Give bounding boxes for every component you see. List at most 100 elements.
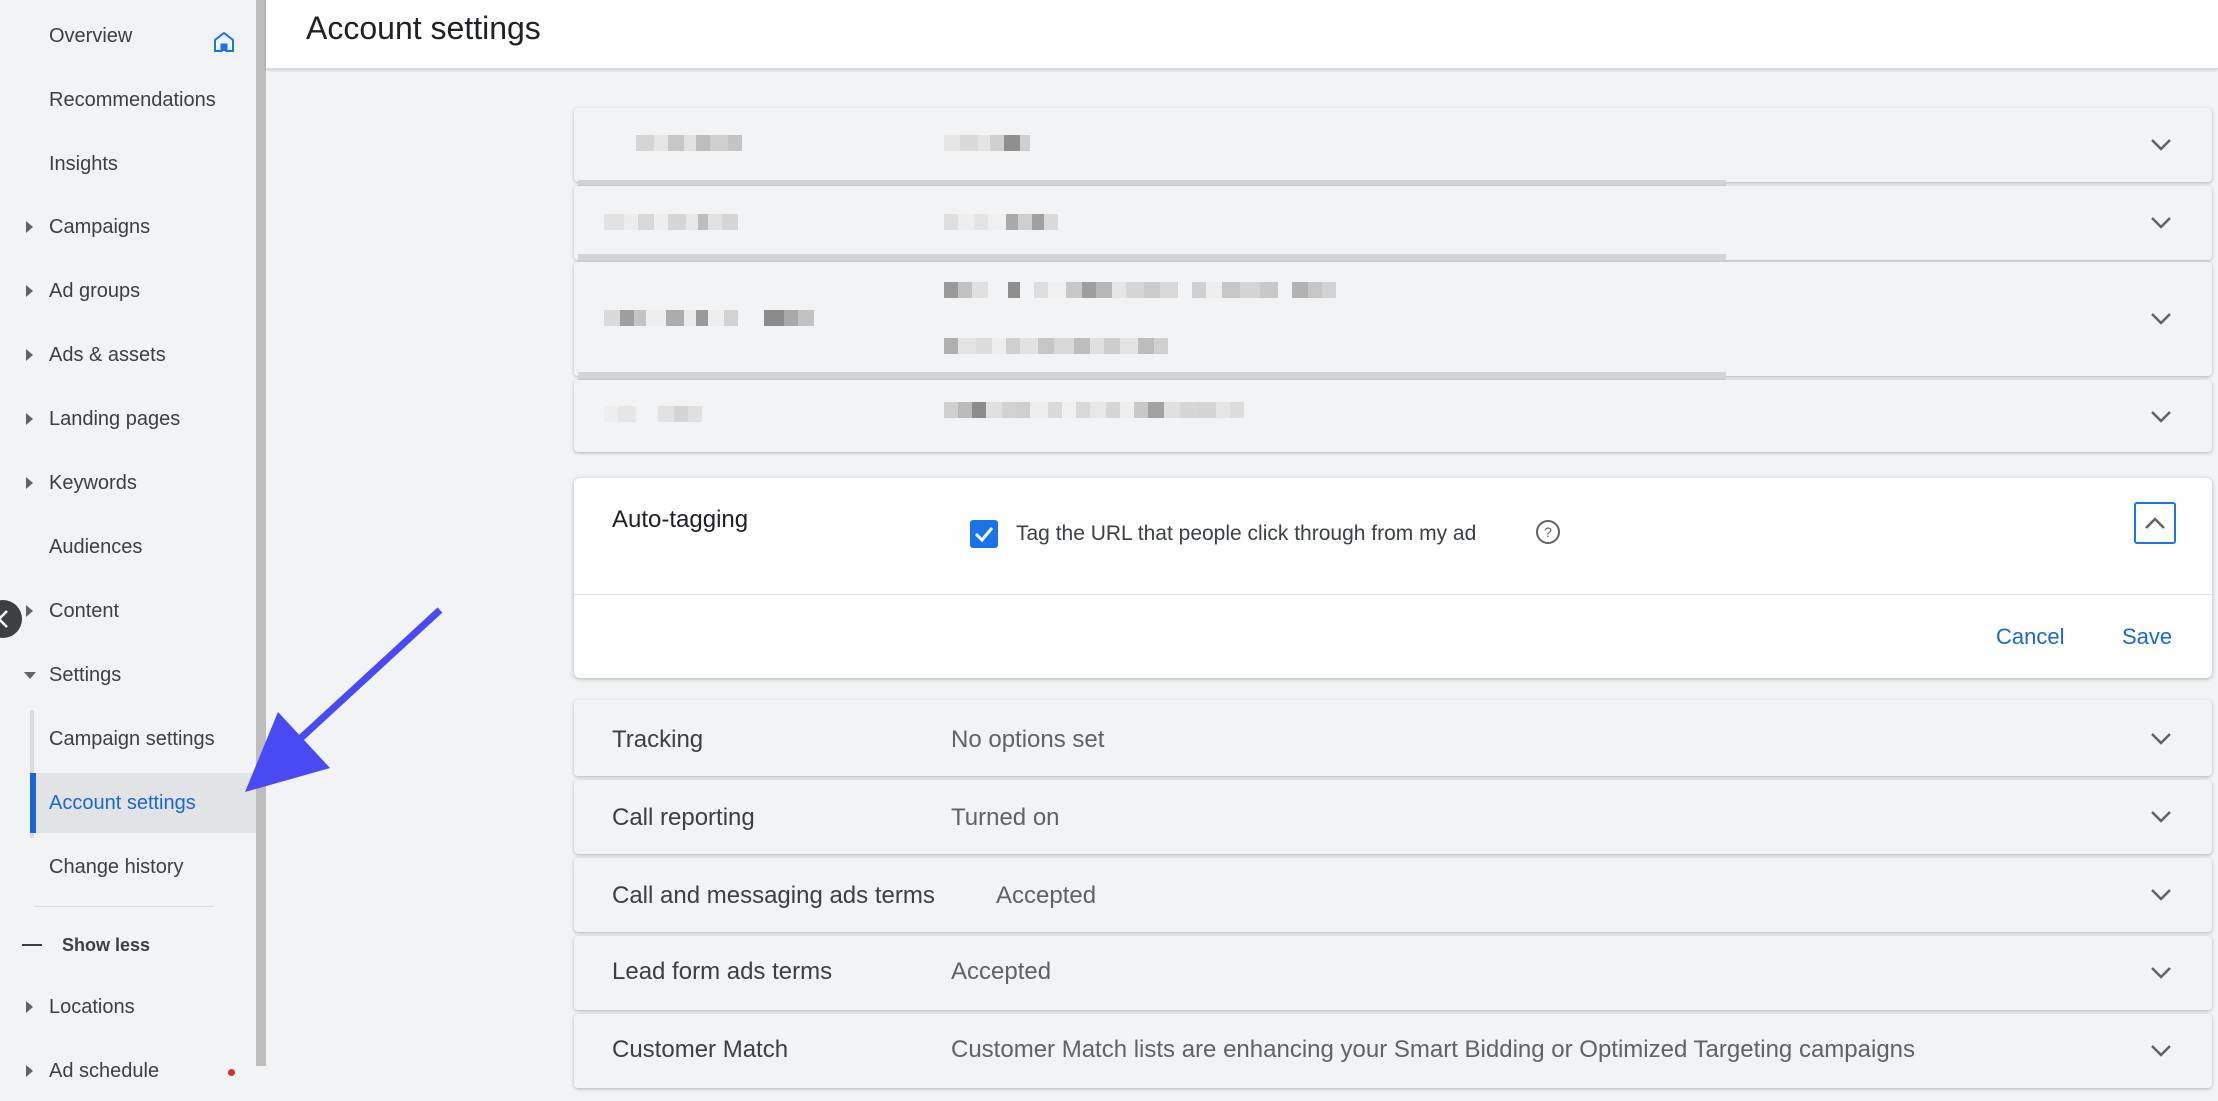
caret-right-icon bbox=[26, 605, 33, 617]
sidebar-item-account-settings[interactable]: Account settings bbox=[30, 773, 256, 833]
setting-row-tracking[interactable]: Tracking No options set bbox=[574, 700, 2212, 776]
chevron-down-icon[interactable] bbox=[2150, 732, 2172, 746]
sidebar-scrollbar[interactable] bbox=[256, 0, 266, 1066]
sidebar-item-insights[interactable]: Insights bbox=[0, 134, 256, 194]
sidebar-item-recommendations[interactable]: Recommendations bbox=[0, 70, 256, 130]
sidebar-item-label: Campaigns bbox=[49, 215, 151, 238]
sidebar-item-label: Change history bbox=[49, 855, 184, 878]
sidebar-item-keywords[interactable]: Keywords bbox=[0, 453, 256, 513]
sidebar-divider bbox=[34, 906, 214, 907]
setting-row-customer-match[interactable]: Customer Match Customer Match lists are … bbox=[574, 1014, 2212, 1088]
sidebar-item-label: Ad groups bbox=[49, 279, 141, 302]
redacted-label bbox=[604, 214, 738, 230]
setting-value: Turned on bbox=[951, 804, 1060, 831]
active-indicator bbox=[30, 773, 36, 833]
chevron-down-icon[interactable] bbox=[2150, 810, 2172, 824]
show-less-label: Show less bbox=[62, 934, 151, 955]
sidebar-item-landing-pages[interactable]: Landing pages bbox=[0, 389, 256, 449]
help-icon[interactable]: ? bbox=[1536, 520, 1560, 544]
page-header: Account settings bbox=[266, 0, 2218, 69]
cancel-button[interactable]: Cancel bbox=[1996, 624, 2064, 650]
caret-right-icon bbox=[26, 477, 33, 489]
sidebar-item-content[interactable]: Content bbox=[0, 581, 256, 641]
setting-value: No options set bbox=[951, 726, 1105, 753]
sidebar-item-change-history[interactable]: Change history bbox=[0, 837, 256, 897]
page-title: Account settings bbox=[306, 10, 541, 46]
sidebar-item-locations[interactable]: Locations bbox=[0, 977, 256, 1037]
save-button[interactable]: Save bbox=[2122, 624, 2172, 650]
setting-row-lead-form-terms[interactable]: Lead form ads terms Accepted bbox=[574, 936, 2212, 1010]
chevron-left-icon bbox=[0, 610, 8, 628]
auto-tagging-checkbox-label: Tag the URL that people click through fr… bbox=[1016, 522, 1477, 545]
setting-row-call-reporting[interactable]: Call reporting Turned on bbox=[574, 780, 2212, 854]
sidebar-item-label: Keywords bbox=[49, 471, 137, 494]
sidebar-item-label: Campaign settings bbox=[49, 727, 215, 750]
sidebar-item-overview[interactable]: Overview bbox=[0, 6, 256, 66]
setting-value: Accepted bbox=[996, 882, 1097, 909]
setting-label: Tracking bbox=[612, 726, 704, 753]
redacted-label bbox=[604, 406, 702, 422]
sidebar-item-ads-assets[interactable]: Ads & assets bbox=[0, 325, 256, 385]
setting-label: Customer Match bbox=[612, 1036, 789, 1063]
show-less-button[interactable]: Show less bbox=[22, 930, 150, 960]
check-icon bbox=[974, 527, 994, 543]
sidebar-item-audiences[interactable]: Audiences bbox=[0, 517, 256, 577]
caret-down-icon bbox=[24, 671, 36, 679]
sidebar-item-ad-groups[interactable]: Ad groups bbox=[0, 261, 256, 321]
sidebar-item-campaign-settings[interactable]: Campaign settings bbox=[0, 709, 256, 769]
chevron-down-icon[interactable] bbox=[2150, 410, 2172, 424]
auto-tagging-label: Auto-tagging bbox=[612, 506, 749, 533]
setting-label: Call reporting bbox=[612, 804, 755, 831]
setting-value: Customer Match lists are enhancing your … bbox=[951, 1036, 1916, 1063]
redacted-value bbox=[944, 338, 1624, 354]
sidebar-item-label: Ad schedule bbox=[49, 1059, 160, 1082]
sidebar-item-label: Account settings bbox=[49, 791, 196, 814]
sidebar-item-label: Ads & assets bbox=[49, 343, 166, 366]
sidebar-item-label: Audiences bbox=[49, 535, 143, 558]
setting-label: Lead form ads terms bbox=[612, 958, 833, 985]
chevron-up-icon bbox=[2145, 517, 2165, 529]
redacted-label bbox=[636, 135, 742, 151]
chevron-down-icon[interactable] bbox=[2150, 888, 2172, 902]
sidebar-item-ad-schedule[interactable]: Ad schedule bbox=[0, 1041, 256, 1101]
caret-right-icon bbox=[26, 1065, 33, 1077]
redacted-setting-row-2[interactable] bbox=[574, 186, 2212, 260]
redacted-value bbox=[944, 402, 1244, 418]
auto-tagging-checkbox[interactable] bbox=[970, 520, 998, 548]
sidebar-item-label: Content bbox=[49, 599, 120, 622]
sidebar-item-label: Recommendations bbox=[49, 88, 216, 111]
sidebar-item-label: Insights bbox=[49, 152, 118, 175]
collapse-button[interactable] bbox=[2134, 502, 2176, 544]
setting-row-call-messaging-terms[interactable]: Call and messaging ads terms Accepted bbox=[574, 858, 2212, 932]
chevron-down-icon[interactable] bbox=[2150, 312, 2172, 326]
annotation-arrow-icon bbox=[245, 607, 443, 792]
sidebar-item-label: Landing pages bbox=[49, 407, 181, 430]
home-icon bbox=[214, 31, 234, 52]
setting-label: Call and messaging ads terms bbox=[612, 882, 935, 909]
sidebar-nav: Overview Recommendations Insights Campai… bbox=[0, 0, 256, 1098]
caret-right-icon bbox=[26, 413, 33, 425]
redacted-setting-row-4[interactable] bbox=[574, 380, 2212, 452]
sidebar-item-label: Locations bbox=[49, 995, 135, 1018]
redacted-setting-row-3[interactable] bbox=[574, 262, 2212, 376]
redacted-setting-row-1[interactable] bbox=[574, 108, 2212, 182]
auto-tagging-card: Auto-tagging Tag the URL that people cli… bbox=[574, 478, 2212, 678]
caret-right-icon bbox=[26, 1001, 33, 1013]
redacted-value bbox=[944, 282, 1624, 298]
caret-right-icon bbox=[26, 221, 33, 233]
card-divider bbox=[574, 594, 2212, 595]
alert-dot bbox=[228, 1069, 235, 1076]
chevron-down-icon[interactable] bbox=[2150, 1044, 2172, 1058]
redacted-label bbox=[604, 310, 814, 326]
chevron-down-icon[interactable] bbox=[2150, 966, 2172, 980]
sidebar-item-campaigns[interactable]: Campaigns bbox=[0, 197, 256, 257]
redacted-value bbox=[944, 214, 1058, 230]
chevron-down-icon[interactable] bbox=[2150, 216, 2172, 230]
redacted-value bbox=[944, 135, 1030, 151]
sidebar-item-label: Settings bbox=[49, 663, 122, 686]
chevron-down-icon[interactable] bbox=[2150, 138, 2172, 152]
setting-value: Accepted bbox=[951, 958, 1052, 985]
minus-icon bbox=[22, 944, 42, 946]
sidebar-item-settings[interactable]: Settings bbox=[0, 645, 256, 705]
sidebar-item-label: Overview bbox=[49, 24, 133, 47]
